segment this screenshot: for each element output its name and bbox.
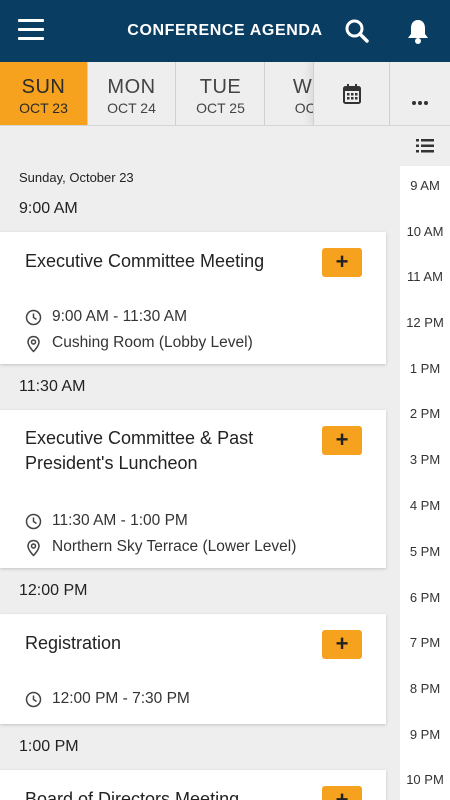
add-to-schedule-button[interactable]: + (322, 786, 362, 800)
session-card[interactable]: Registration + 12:00 PM - 7:30 PM (0, 614, 386, 724)
rail-hour[interactable]: 6 PM (400, 590, 450, 605)
rail-hour[interactable]: 1 PM (400, 361, 450, 376)
page-title: CONFERENCE AGENDA (127, 22, 323, 39)
app-header: CONFERENCE AGENDA (0, 0, 450, 62)
location-pin-icon (27, 335, 40, 353)
rail-hour[interactable]: 5 PM (400, 544, 450, 559)
location-pin-icon (27, 539, 40, 557)
add-to-schedule-button[interactable]: + (322, 426, 362, 455)
tab-day-tue[interactable]: TUE OCT 25 (177, 62, 265, 125)
section-time-heading: 1:00 PM (19, 738, 79, 755)
list-view-button[interactable] (390, 126, 450, 166)
selected-day-label: Sunday, October 23 (19, 170, 134, 185)
rail-hour[interactable]: 9 AM (400, 178, 450, 193)
rail-hour[interactable]: 9 PM (400, 727, 450, 742)
session-card[interactable]: Executive Committee Meeting + 9:00 AM - … (0, 232, 386, 364)
session-time-text: 11:30 AM - 1:00 PM (52, 512, 188, 529)
session-title: Registration (25, 633, 122, 653)
add-to-schedule-button[interactable]: + (322, 630, 362, 659)
calendar-icon (343, 84, 361, 104)
session-title: Board of Directors Meeting (25, 789, 240, 800)
section-time-heading: 9:00 AM (19, 200, 78, 217)
rail-hour[interactable]: 10 AM (400, 224, 450, 239)
clock-icon (25, 513, 42, 530)
session-card[interactable]: Executive Committee & Past President's L… (0, 410, 386, 568)
calendar-button[interactable] (313, 62, 389, 125)
day-tabs: SUN OCT 23 MON OCT 24 TUE OCT 25 WE OCT (0, 62, 450, 126)
more-button[interactable] (389, 62, 450, 125)
rail-hour[interactable]: 10 PM (400, 772, 450, 787)
rail-hour[interactable]: 4 PM (400, 498, 450, 513)
section-time-heading: 12:00 PM (19, 582, 88, 599)
clock-icon (25, 691, 42, 708)
list-icon (416, 139, 434, 153)
section-time-heading: 11:30 AM (19, 378, 86, 395)
session-location-text: Northern Sky Terrace (Lower Level) (52, 538, 297, 555)
tab-dow: TUE (199, 76, 242, 98)
add-to-schedule-button[interactable]: + (322, 248, 362, 277)
session-card[interactable]: Board of Directors Meeting + (0, 770, 386, 800)
session-title: Executive Committee & Past President's L… (25, 428, 254, 473)
clock-icon (25, 309, 42, 326)
session-location-text: Cushing Room (Lobby Level) (52, 334, 253, 351)
session-title: Executive Committee Meeting (25, 251, 265, 271)
tab-day-mon[interactable]: MON OCT 24 (88, 62, 176, 125)
session-time-text: 12:00 PM - 7:30 PM (52, 690, 190, 707)
rail-hour[interactable]: 7 PM (400, 635, 450, 650)
rail-hour[interactable]: 12 PM (400, 315, 450, 330)
tab-dow: SUN (21, 76, 66, 98)
tab-dow: MON (107, 76, 156, 98)
rail-hour[interactable]: 3 PM (400, 452, 450, 467)
tab-date: OCT 24 (107, 100, 156, 116)
bell-icon[interactable] (405, 17, 431, 45)
session-time-text: 9:00 AM - 11:30 AM (52, 308, 187, 325)
rail-hour[interactable]: 11 AM (400, 269, 450, 284)
tab-day-sun[interactable]: SUN OCT 23 (0, 62, 88, 125)
more-icon (412, 92, 430, 110)
rail-hour[interactable]: 8 PM (400, 681, 450, 696)
search-icon[interactable] (344, 18, 370, 44)
rail-hour[interactable]: 2 PM (400, 406, 450, 421)
tab-date: OCT 23 (19, 100, 68, 116)
tab-date: OCT 25 (196, 100, 245, 116)
